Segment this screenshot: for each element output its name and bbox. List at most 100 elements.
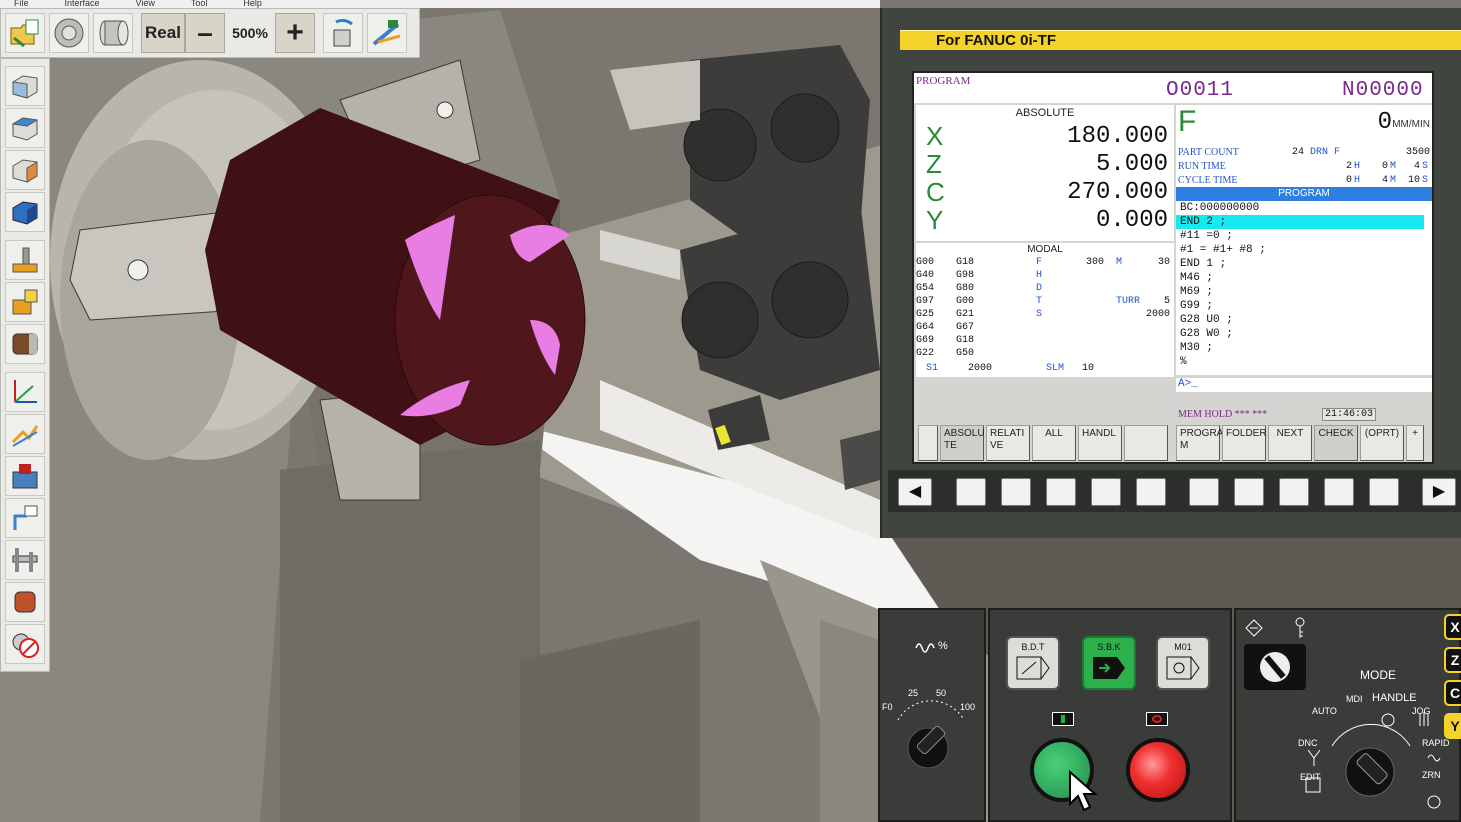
modal-code: G80 xyxy=(956,283,975,294)
modal-code: G50 xyxy=(956,348,975,359)
view-top-button[interactable] xyxy=(5,108,45,148)
material-button[interactable] xyxy=(5,324,45,364)
controller-title: For FANUC 0i-TF xyxy=(900,30,1461,50)
softkey-next[interactable]: NEXT xyxy=(1268,425,1312,461)
menu-interface[interactable]: Interface xyxy=(65,0,100,8)
softkey-relative[interactable]: RELATI VE xyxy=(986,425,1030,461)
mode-dial[interactable] xyxy=(1296,706,1456,822)
feed-panel: F 0 MM/MIN xyxy=(1176,105,1432,147)
measure-button[interactable] xyxy=(323,13,363,53)
key-icon xyxy=(1295,617,1305,638)
hardware-softkey[interactable] xyxy=(1136,478,1166,506)
path-icon xyxy=(11,425,39,447)
modal-t-label: T xyxy=(1036,296,1043,307)
menu-file[interactable]: File xyxy=(14,0,29,8)
zoom-in-button[interactable]: + xyxy=(275,13,315,53)
hardware-softkey[interactable] xyxy=(1046,478,1076,506)
hardware-softkey[interactable] xyxy=(1279,478,1309,506)
hardware-softkey[interactable] xyxy=(1369,478,1399,506)
menu-help[interactable]: Help xyxy=(243,0,262,8)
workpiece-button[interactable] xyxy=(93,13,133,53)
view-iso-button[interactable] xyxy=(5,192,45,232)
tool-path-button[interactable] xyxy=(367,13,407,53)
screen-header: PROGRAM O0011 N00000 xyxy=(914,73,1432,103)
view-side-button[interactable] xyxy=(5,150,45,190)
part-count-label: PART COUNT xyxy=(1178,147,1239,158)
view-front-button[interactable] xyxy=(5,66,45,106)
modal-slm-value: 10 xyxy=(1082,363,1095,374)
workpiece-setting-button[interactable] xyxy=(5,282,45,322)
program-listing[interactable]: BC:000000000 END 2 ; #11 =0 ; #1 = #1+ #… xyxy=(1176,201,1432,375)
modal-t-value: 5 xyxy=(1164,296,1171,307)
axis-select-y[interactable]: Y xyxy=(1444,713,1461,739)
softkey-right-button[interactable]: ▶ xyxy=(1422,478,1456,506)
single-block-button[interactable]: S.B.K xyxy=(1082,636,1136,690)
seconds-unit: S xyxy=(1422,161,1429,172)
softkey-folder[interactable]: FOLDER xyxy=(1222,425,1267,461)
axis-name: Y xyxy=(926,205,944,235)
material-icon xyxy=(12,333,38,355)
feed-label: F xyxy=(1178,105,1197,138)
optional-stop-button[interactable]: M01 xyxy=(1156,636,1210,690)
feed-value: 0 xyxy=(1377,109,1392,136)
softkey-operation[interactable]: (OPRT) xyxy=(1360,425,1404,461)
hardware-softkey[interactable] xyxy=(1324,478,1354,506)
hardware-softkey[interactable] xyxy=(1234,478,1264,506)
stock-button[interactable] xyxy=(5,582,45,622)
hardware-softkey[interactable] xyxy=(956,478,986,506)
axis-value: 270.000 xyxy=(1067,179,1168,206)
modal-s1-label: S1 xyxy=(926,363,939,374)
block-delete-button[interactable]: B.D.T xyxy=(1006,636,1060,690)
mode-handle: HANDLE xyxy=(1372,692,1417,704)
softkey-check[interactable]: CHECK xyxy=(1314,425,1358,461)
softkey-left-button[interactable]: ◀ xyxy=(898,478,932,506)
open-project-button[interactable] xyxy=(5,13,45,53)
softkey-program[interactable]: PROGRA M xyxy=(1176,425,1223,461)
bdt-label: B.D.T xyxy=(1021,642,1045,652)
axis-value: 0.000 xyxy=(1095,207,1168,234)
modal-s-label: S xyxy=(1036,309,1043,320)
m01-label: M01 xyxy=(1174,642,1192,652)
feed-override-panel: % F0 25 50 100 xyxy=(878,608,986,822)
zoom-out-button[interactable]: – xyxy=(185,13,225,53)
absolute-position-panel: ABSOLUTE X 180.000 Z 5.000 C 270.000 Y 0.000 xyxy=(916,105,1174,241)
coordinate-button[interactable] xyxy=(5,372,45,412)
modal-s1-value: 2000 xyxy=(968,363,993,374)
real-view-button[interactable]: Real xyxy=(141,13,185,53)
measure-icon xyxy=(333,18,353,47)
tool-setting-button[interactable] xyxy=(5,240,45,280)
protect-key-switch[interactable] xyxy=(1244,644,1306,690)
softkey-return[interactable] xyxy=(918,425,938,461)
minutes-unit: M xyxy=(1390,161,1397,172)
axis-select-z[interactable]: Z xyxy=(1444,647,1461,673)
caliper-button[interactable] xyxy=(5,540,45,580)
hours-unit: H xyxy=(1354,161,1361,172)
tool-setting-icon xyxy=(12,247,38,273)
offset-button[interactable] xyxy=(5,498,45,538)
softkey-handle[interactable]: HANDL xyxy=(1078,425,1122,461)
menu-tool[interactable]: Tool xyxy=(191,0,208,8)
override-dial[interactable] xyxy=(880,610,988,822)
hardware-softkey[interactable] xyxy=(1001,478,1031,506)
softkey-absolute[interactable]: ABSOLU TE xyxy=(940,425,985,461)
cycle-minutes: 4 xyxy=(1382,175,1389,186)
key-input-line[interactable]: A>_ xyxy=(1176,378,1432,392)
softkey-blank[interactable] xyxy=(1124,425,1168,461)
axis-select-c[interactable]: C xyxy=(1444,680,1461,706)
hardware-softkey[interactable] xyxy=(1189,478,1219,506)
operation-button-panel: B.D.T S.B.K M01 xyxy=(988,608,1232,822)
hardware-softkey[interactable] xyxy=(1091,478,1121,506)
machine-button[interactable] xyxy=(5,456,45,496)
softkey-continue[interactable]: + xyxy=(1406,425,1424,461)
override-scale-100: 100 xyxy=(960,702,976,712)
path-button[interactable] xyxy=(5,414,45,454)
softkey-all[interactable]: ALL xyxy=(1032,425,1076,461)
program-line: % xyxy=(1180,356,1187,368)
axis-select-x[interactable]: X xyxy=(1444,614,1461,640)
view-front-icon xyxy=(12,75,38,99)
menu-view[interactable]: View xyxy=(136,0,155,8)
feed-hold-button[interactable] xyxy=(1126,738,1190,802)
collision-button[interactable] xyxy=(5,624,45,664)
left-arrow-icon: ◀ xyxy=(908,483,922,500)
chuck-button[interactable] xyxy=(49,13,89,53)
